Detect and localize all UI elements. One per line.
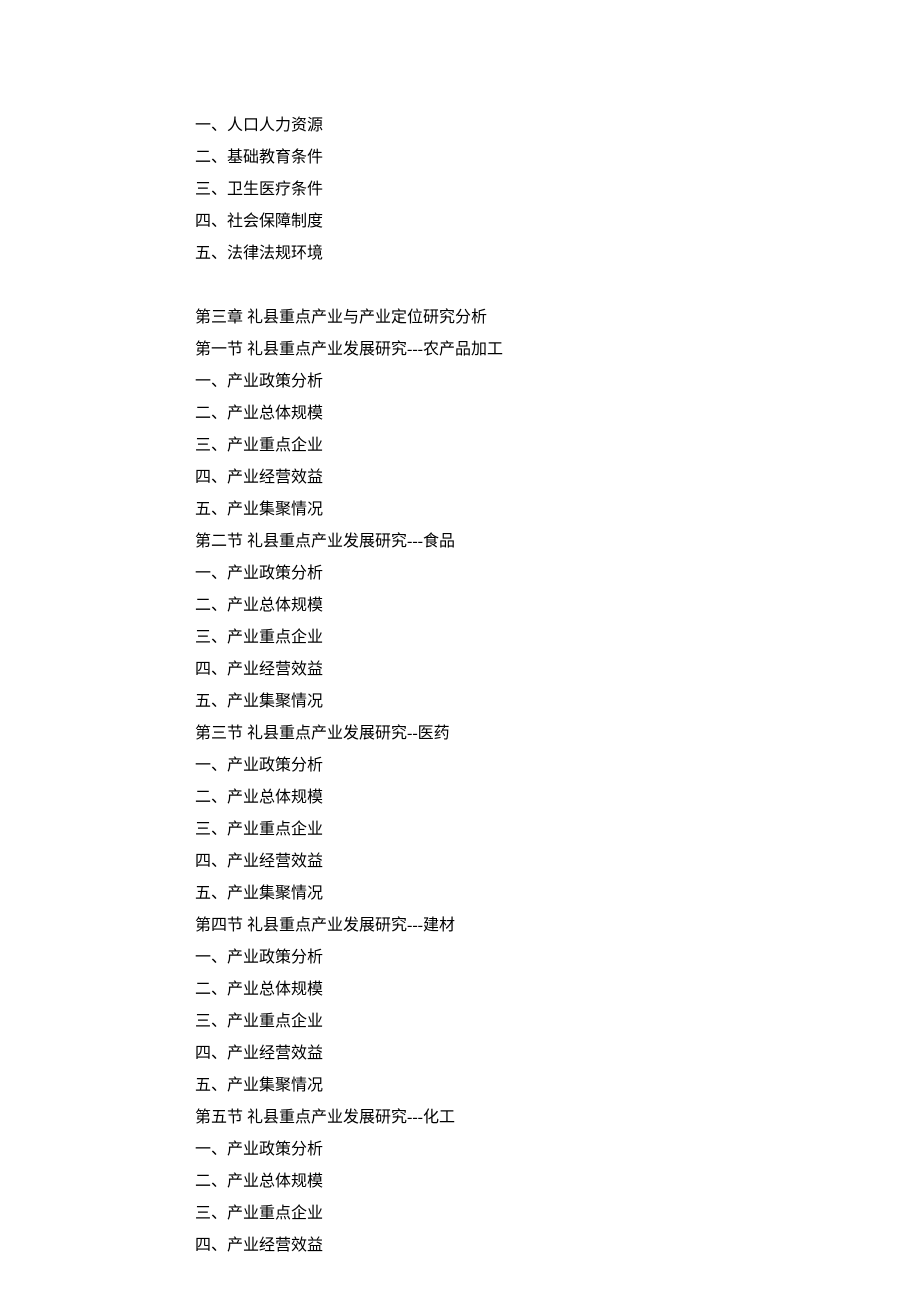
blank-line <box>195 270 725 302</box>
toc-line: 五、产业集聚情况 <box>195 1070 725 1102</box>
toc-line: 四、产业经营效益 <box>195 846 725 878</box>
toc-line: 二、产业总体规模 <box>195 1166 725 1198</box>
toc-line: 四、社会保障制度 <box>195 206 725 238</box>
toc-line: 一、产业政策分析 <box>195 366 725 398</box>
toc-line: 三、卫生医疗条件 <box>195 174 725 206</box>
toc-line: 一、产业政策分析 <box>195 558 725 590</box>
toc-line: 三、产业重点企业 <box>195 622 725 654</box>
toc-line: 三、产业重点企业 <box>195 814 725 846</box>
toc-chapter-heading: 第三章 礼县重点产业与产业定位研究分析 <box>195 302 725 334</box>
toc-line: 一、产业政策分析 <box>195 750 725 782</box>
toc-line: 五、产业集聚情况 <box>195 686 725 718</box>
toc-line: 二、产业总体规模 <box>195 398 725 430</box>
toc-section-heading: 第二节 礼县重点产业发展研究---食品 <box>195 526 725 558</box>
toc-line: 二、产业总体规模 <box>195 782 725 814</box>
toc-line: 四、产业经营效益 <box>195 462 725 494</box>
toc-line: 三、产业重点企业 <box>195 1006 725 1038</box>
toc-line: 五、产业集聚情况 <box>195 878 725 910</box>
toc-line: 二、基础教育条件 <box>195 142 725 174</box>
toc-line: 五、法律法规环境 <box>195 238 725 270</box>
toc-line: 三、产业重点企业 <box>195 1198 725 1230</box>
toc-line: 一、产业政策分析 <box>195 1134 725 1166</box>
toc-line: 二、产业总体规模 <box>195 590 725 622</box>
document-page: 一、人口人力资源 二、基础教育条件 三、卫生医疗条件 四、社会保障制度 五、法律… <box>0 0 920 1262</box>
toc-line: 四、产业经营效益 <box>195 654 725 686</box>
toc-section-heading: 第一节 礼县重点产业发展研究---农产品加工 <box>195 334 725 366</box>
toc-line: 二、产业总体规模 <box>195 974 725 1006</box>
toc-section-heading: 第五节 礼县重点产业发展研究---化工 <box>195 1102 725 1134</box>
toc-line: 三、产业重点企业 <box>195 430 725 462</box>
toc-line: 四、产业经营效益 <box>195 1230 725 1262</box>
toc-line: 一、人口人力资源 <box>195 110 725 142</box>
toc-line: 五、产业集聚情况 <box>195 494 725 526</box>
toc-line: 四、产业经营效益 <box>195 1038 725 1070</box>
toc-line: 一、产业政策分析 <box>195 942 725 974</box>
toc-section-heading: 第四节 礼县重点产业发展研究---建材 <box>195 910 725 942</box>
toc-section-heading: 第三节 礼县重点产业发展研究--医药 <box>195 718 725 750</box>
